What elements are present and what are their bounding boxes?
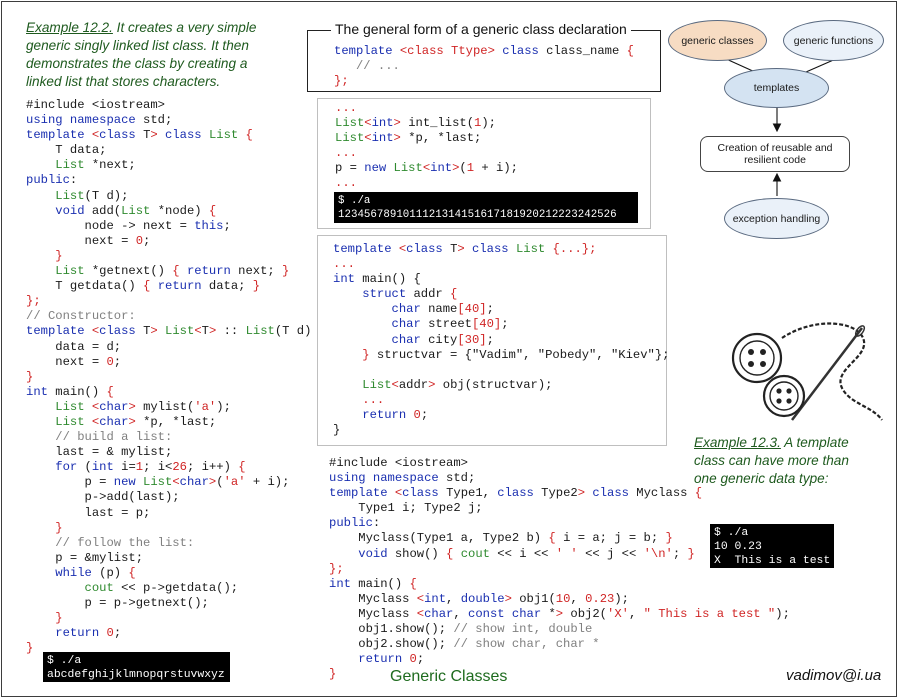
- int-list-terminal-prompt: $ ./a: [338, 195, 371, 207]
- myclass-terminal-line1: $ ./a: [714, 527, 749, 539]
- list-terminal-prompt: $ ./a: [47, 655, 82, 667]
- general-form-title: The general form of a generic class decl…: [331, 21, 631, 37]
- struct-addr-snippet-code: template <class T> class List {...}; ...…: [333, 242, 670, 438]
- example-12-3-caption: Example 12.3. A template class can have …: [694, 434, 854, 488]
- example-12-2-caption: Example 12.2. It creates a very simple g…: [26, 19, 286, 91]
- diagram-node-exception-handling: exception handling: [724, 198, 829, 239]
- myclass-code: #include <iostream> using namespace std;…: [329, 456, 790, 682]
- myclass-terminal-output: $ ./a 10 0.23 X This is a test: [710, 524, 834, 568]
- diagram-node-generic-functions: generic functions: [783, 20, 884, 61]
- example-12-2-label: Example 12.2.: [26, 20, 113, 35]
- list-class-code: #include <iostream> using namespace std;…: [26, 98, 326, 656]
- buttons-needle-illustration: [722, 308, 890, 434]
- footer-email: vadimov@i.ua: [786, 667, 882, 684]
- footer-title: Generic Classes: [390, 668, 508, 685]
- diagram-node-generic-classes: generic classes: [668, 20, 767, 61]
- general-form-code: template <class Ttype> class class_name …: [334, 44, 634, 89]
- int-list-snippet-code: ... List<int> int_list(1); List<int> *p,…: [335, 101, 518, 191]
- diagram-node-creation: Creation of reusable and resilient code: [700, 136, 850, 172]
- myclass-terminal-line3: X This is a test: [714, 555, 831, 567]
- myclass-terminal-line2: 10 0.23: [714, 541, 762, 553]
- list-terminal-output: $ ./a abcdefghijklmnopqrstuvwxyz: [43, 652, 230, 682]
- int-list-terminal-result: 1234567891011121314151617181920212223242…: [338, 209, 617, 221]
- int-list-terminal-output: $ ./a 1234567891011121314151617181920212…: [334, 192, 638, 223]
- diagram-node-templates: templates: [724, 68, 829, 108]
- list-terminal-result: abcdefghijklmnopqrstuvwxyz: [47, 669, 225, 681]
- example-12-3-label: Example 12.3.: [694, 435, 781, 450]
